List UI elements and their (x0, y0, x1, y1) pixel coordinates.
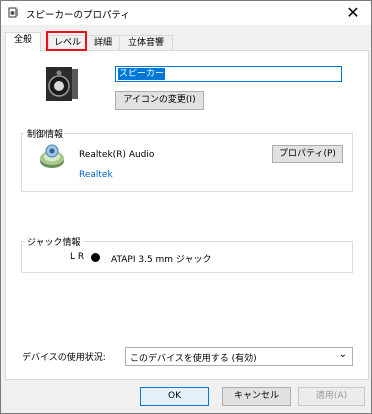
device-usage-value: このデバイスを使用する (有効) (130, 354, 257, 364)
properties-window: スピーカーのプロパティ ✕ 全般 レベル 詳細 立体音響 スピーカー アイコンの… (0, 0, 372, 414)
jack-info-label: ジャック情報 (25, 235, 83, 248)
speaker-app-icon (8, 7, 18, 18)
close-button[interactable]: ✕ (343, 3, 363, 23)
tab-levels-label: レベル (53, 38, 81, 48)
ok-button[interactable]: OK (140, 387, 209, 406)
speaker-icon (46, 67, 78, 101)
device-usage-select[interactable]: このデバイスを使用する (有効) ⌄ (125, 347, 353, 366)
device-name-value: スピーカー (118, 68, 166, 80)
jack-color-dot (91, 253, 100, 262)
ok-label: OK (168, 391, 181, 401)
apply-button[interactable]: 適用(A) (298, 387, 365, 406)
tab-general-label: 全般 (13, 35, 32, 45)
change-icon-label: アイコンの変更(I) (123, 95, 196, 105)
controller-name: Realtek(R) Audio (79, 150, 155, 160)
properties-button[interactable]: プロパティ(P) (272, 145, 343, 163)
tab-spatial-sound-label: 立体音響 (127, 38, 164, 48)
controller-info-label: 制御情報 (25, 127, 66, 140)
tab-spatial-sound[interactable]: 立体音響 (119, 35, 173, 51)
change-icon-button[interactable]: アイコンの変更(I) (115, 91, 204, 110)
window-title: スピーカーのプロパティ (26, 10, 130, 21)
jack-channels: L R (70, 252, 85, 262)
cancel-label: キャンセル (233, 391, 279, 401)
tab-general[interactable]: 全般 (5, 32, 41, 52)
cancel-button[interactable]: キャンセル (222, 387, 291, 406)
vendor-link[interactable]: Realtek (79, 170, 113, 180)
tab-levels[interactable]: レベル (48, 35, 87, 51)
properties-label: プロパティ(P) (279, 149, 336, 159)
audio-device-icon (40, 144, 64, 168)
title-bar: スピーカーのプロパティ ✕ (1, 1, 371, 25)
jack-description: ATAPI 3.5 mm ジャック (111, 255, 212, 265)
device-name-input[interactable]: スピーカー (115, 66, 342, 82)
tab-advanced-label: 詳細 (93, 38, 112, 48)
close-icon: ✕ (346, 3, 360, 22)
tab-advanced[interactable]: 詳細 (86, 35, 120, 51)
chevron-down-icon: ⌄ (338, 349, 347, 360)
device-usage-label: デバイスの使用状況: (22, 353, 106, 363)
apply-label: 適用(A) (315, 391, 348, 401)
